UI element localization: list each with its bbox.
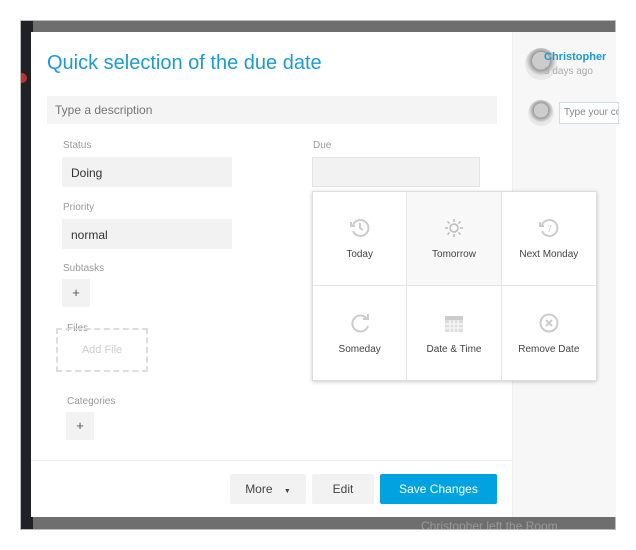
subtasks-label: Subtasks [63,263,105,274]
comment-author[interactable]: Christopher [544,51,606,63]
add-file-button[interactable]: Add File [56,328,148,372]
caret-down-icon: ▼ [283,488,291,495]
status-select[interactable]: Doing [62,157,232,187]
due-option-remove-date[interactable]: Remove Date [502,286,596,380]
rewind-seven-icon: 7 [538,219,559,237]
more-button[interactable]: More ▼ [230,474,306,504]
due-option-someday[interactable]: Someday [313,286,408,380]
option-label: Someday [338,343,381,355]
add-category-button[interactable]: + [66,412,94,440]
description-input[interactable] [47,96,497,124]
refresh-icon [351,313,369,332]
svg-text:7: 7 [547,224,552,234]
sun-icon [444,219,463,237]
option-label: Today [346,249,373,260]
due-option-next-monday[interactable]: 7 Next Monday [501,192,596,286]
option-label: Tomorrow [432,249,476,260]
option-label: Next Monday [519,249,579,260]
page-title: Quick selection of the due date [47,52,322,74]
clock-rewind-icon [349,219,369,237]
categories-label: Categories [67,396,116,407]
priority-select[interactable]: normal [62,219,232,249]
due-option-tomorrow[interactable]: Tomorrow [407,192,502,286]
calendar-icon [444,315,463,332]
due-option-today[interactable]: Today [313,192,408,286]
close-circle-icon [539,313,559,332]
more-label: More [245,482,273,496]
comment-input[interactable]: Type your comment [559,102,619,124]
edit-button[interactable]: Edit [312,474,374,504]
priority-label: Priority [63,202,95,213]
due-date-popup: Today Tomorrow 7 Next Monday Someday Dat… [312,191,597,381]
due-label: Due [313,140,332,151]
option-label: Date & Time [426,343,482,355]
comment-time: 3 days ago [544,66,593,77]
option-label: Remove Date [518,343,580,355]
due-option-date-time[interactable]: Date & Time [407,286,502,380]
add-subtask-button[interactable]: + [62,279,90,307]
save-changes-button[interactable]: Save Changes [380,474,497,504]
due-input[interactable] [312,157,480,187]
status-label: Status [63,140,92,151]
avatar [528,100,554,126]
footer-divider [31,460,512,461]
